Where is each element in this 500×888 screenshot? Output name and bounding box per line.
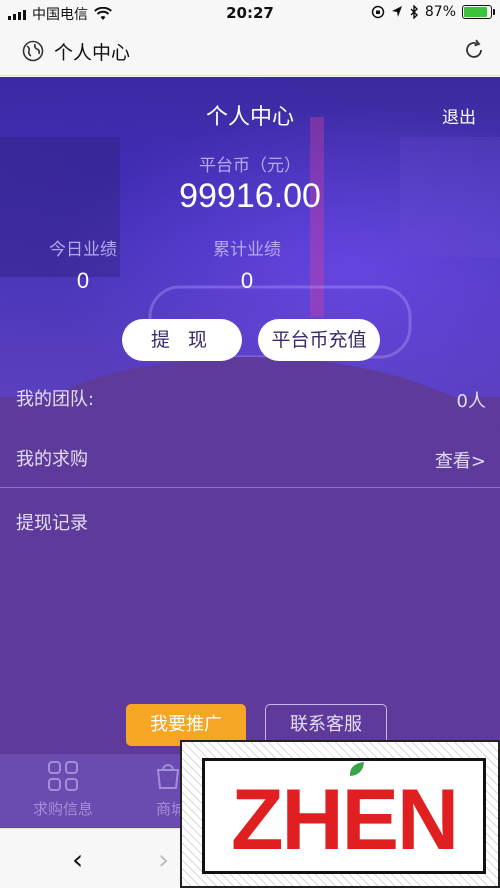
wifi-icon: [94, 7, 112, 20]
tab-purchase-info-label: 求购信息: [32, 800, 93, 818]
stat-total-value: 0: [240, 268, 254, 293]
divider: [0, 487, 500, 488]
orientation-lock-icon: [371, 5, 385, 19]
view-purchase-link[interactable]: 查看>: [435, 447, 486, 473]
balance-label: 平台币（元）: [199, 156, 301, 176]
carrier-label: 中国电信: [32, 7, 88, 23]
withdraw-button[interactable]: 提 现: [122, 319, 242, 361]
browser-header: 个人中心: [0, 26, 500, 76]
logout-button[interactable]: 退出: [442, 103, 476, 128]
forward-button[interactable]: ›: [158, 843, 169, 876]
team-label: 我的团队:: [16, 389, 95, 410]
balance-value: 99916.00: [179, 177, 321, 215]
stat-total-label: 累计业绩: [213, 240, 281, 260]
back-button[interactable]: ‹: [72, 843, 83, 876]
purchase-label: 我的求购: [16, 449, 88, 470]
signal-icon: [8, 8, 26, 20]
reload-icon[interactable]: [462, 38, 486, 62]
team-row[interactable]: 我的团队: 0人: [0, 379, 500, 419]
battery-icon: [462, 5, 495, 19]
tab-purchase-info[interactable]: 求购信息: [8, 760, 118, 819]
recharge-button[interactable]: 平台币充值: [258, 319, 380, 361]
purchase-row[interactable]: 我的求购 查看>: [0, 439, 500, 479]
stat-today-label: 今日业绩: [49, 240, 117, 260]
battery-fill: [464, 7, 487, 17]
battery-percent: 87%: [424, 4, 456, 20]
records-label: 提现记录: [16, 513, 88, 534]
profile-main: 个人中心 退出 平台币（元） 99916.00 今日业绩 0 累计业绩 0 提 …: [0, 77, 500, 754]
stat-today-value: 0: [76, 268, 90, 293]
location-icon: [391, 6, 402, 17]
status-bar: 中国电信 20:27 87%: [0, 0, 500, 26]
watermark-logo: ZHEN: [180, 740, 500, 888]
watermark-text: ZHEN: [230, 772, 459, 868]
browser-title: 个人中心: [54, 42, 131, 64]
grid-icon: [48, 761, 78, 791]
bluetooth-icon: [410, 5, 418, 19]
watermark-frame: ZHEN: [202, 758, 486, 874]
status-left: 中国电信: [8, 4, 112, 24]
tab-mall-label: 商城: [156, 800, 187, 818]
globe-icon: [22, 40, 44, 62]
status-right: 87%: [371, 4, 495, 20]
stat-total: 累计业绩 0: [172, 235, 322, 294]
records-row: 提现记录: [0, 503, 500, 543]
page-title: 个人中心: [205, 105, 294, 130]
team-count: 0人: [456, 391, 486, 412]
stat-today: 今日业绩 0: [8, 235, 158, 294]
